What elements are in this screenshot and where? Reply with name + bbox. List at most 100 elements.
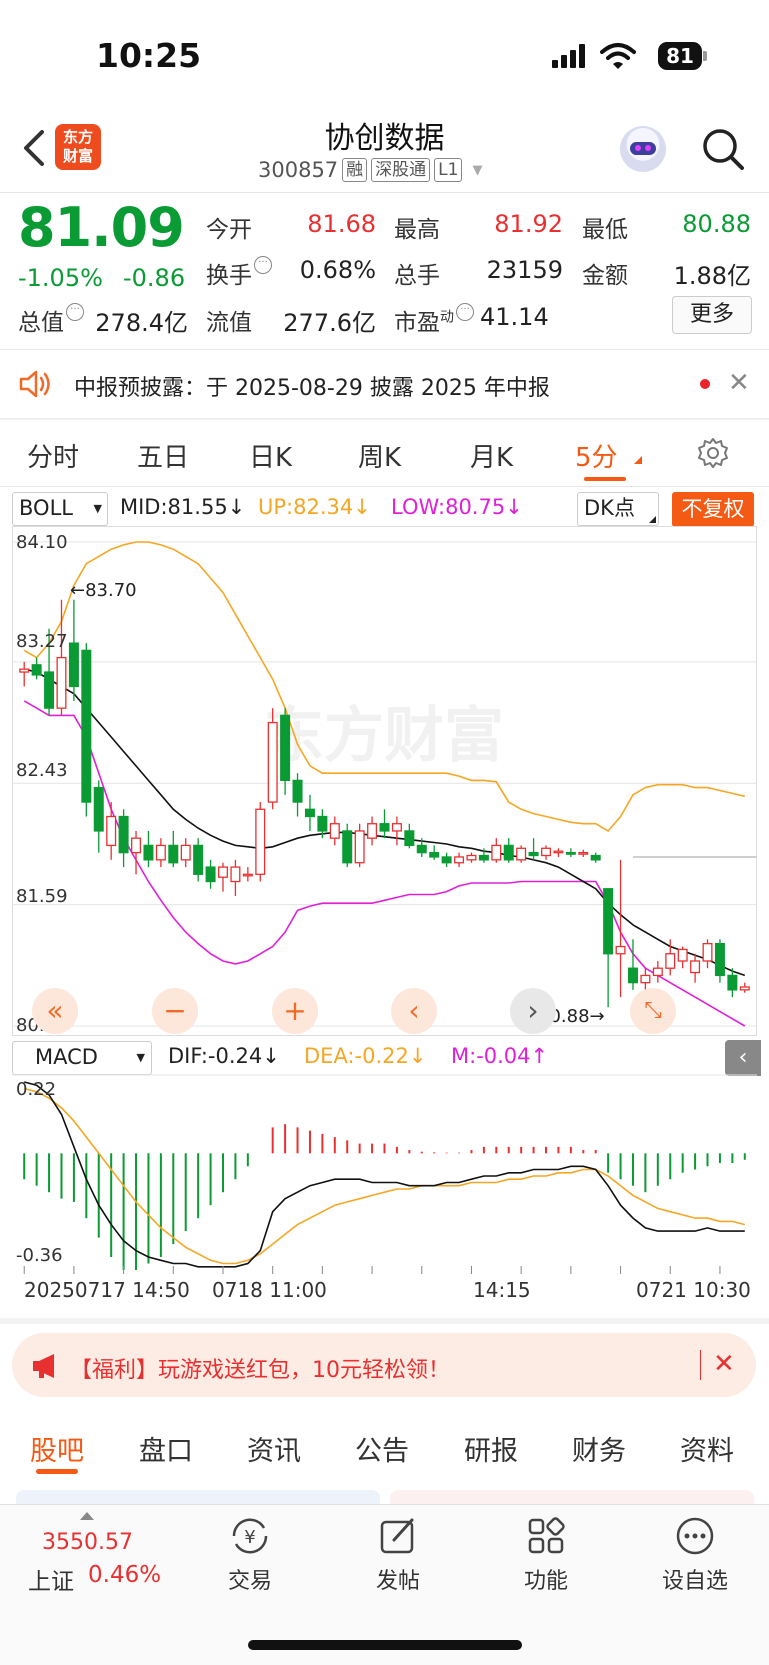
index-expand-icon[interactable]	[80, 1512, 94, 1520]
candle-body	[106, 815, 117, 847]
kline-chart[interactable]: 东方财富	[12, 526, 757, 1036]
fullscreen-button[interactable]: ⤡	[630, 988, 676, 1034]
adjust-toggle-button[interactable]: 不复权	[672, 492, 754, 527]
candle-body	[640, 974, 651, 984]
tab-daily-k[interactable]: 日K	[249, 437, 292, 474]
index-name[interactable]: 上证	[28, 1562, 74, 1596]
tab-weekly-k[interactable]: 周K	[358, 437, 401, 474]
candle-body	[416, 844, 427, 854]
candle-body	[739, 986, 750, 991]
total-cap-label[interactable]: 总值···	[18, 303, 84, 337]
candle-body	[44, 671, 55, 709]
section-tab-orderbook[interactable]: 盘口	[139, 1429, 193, 1468]
open-label: 今开	[206, 217, 252, 243]
trade-icon[interactable]: ¥	[228, 1514, 272, 1558]
candle-body	[354, 830, 365, 864]
main-indicator-select[interactable]: BOLL ▼	[12, 492, 108, 526]
settings-icon[interactable]	[696, 436, 730, 470]
collapse-icon[interactable]: ‹	[725, 1040, 761, 1076]
nav-watchlist[interactable]: 设自选	[655, 1563, 735, 1595]
signal-icon	[552, 44, 588, 68]
nav-post[interactable]: 发帖	[358, 1563, 438, 1595]
y-label-3: 82.43	[16, 760, 68, 781]
time-label-4: 0721 10:30	[636, 1278, 751, 1302]
section-tab-news[interactable]: 资讯	[247, 1429, 301, 1468]
promo-divider	[700, 1350, 701, 1380]
macd-select[interactable]: MACD ▼	[12, 1041, 152, 1075]
macd-m: M:-0.04↑	[451, 1044, 549, 1068]
zoom-in-button[interactable]: +	[272, 988, 318, 1034]
stock-code-line[interactable]: 300857 融 深股通 L1 ▼	[258, 158, 482, 182]
candle-body	[118, 815, 129, 854]
close-icon[interactable]: ✕	[713, 1349, 735, 1379]
notice-text[interactable]: 中报预披露：于 2025-08-29 披露 2025 年中报	[74, 370, 550, 402]
tab-five-day[interactable]: 五日	[137, 437, 189, 474]
more-button[interactable]: 更多	[672, 296, 752, 334]
candle-body	[155, 844, 166, 861]
high-marker-value: 83.70	[85, 580, 137, 601]
amount-label: 金额	[582, 263, 628, 289]
battery-icon: 81	[658, 42, 702, 70]
candle-body	[391, 823, 402, 832]
dk-point-select[interactable]: DK点	[577, 492, 659, 526]
stock-code: 300857	[258, 158, 339, 182]
candle-body	[304, 808, 315, 818]
candle-body	[255, 808, 266, 875]
scroll-right-button[interactable]: ›	[510, 988, 556, 1034]
volume-value: 23159	[486, 256, 563, 284]
candle-body	[441, 856, 452, 864]
nav-trade[interactable]: 交易	[210, 1563, 290, 1595]
candle-body	[280, 714, 291, 782]
candle-body	[180, 844, 191, 861]
tab-intraday[interactable]: 分时	[27, 437, 79, 474]
volume-label: 总手	[394, 263, 440, 289]
macd-dif: DIF:-0.24↓	[168, 1044, 280, 1068]
section-tab-forum[interactable]: 股吧	[30, 1429, 84, 1468]
scroll-left-fast-button[interactable]: «	[32, 988, 78, 1034]
y-label-4: 81.59	[16, 886, 68, 907]
compose-icon[interactable]	[376, 1514, 420, 1558]
section-tab-financials[interactable]: 财务	[572, 1429, 626, 1468]
macd-dif-line	[24, 1081, 745, 1268]
tab-dropdown-icon	[634, 456, 642, 464]
wifi-icon	[600, 43, 636, 69]
section-tab-profile[interactable]: 资料	[680, 1429, 734, 1468]
nav-functions[interactable]: 功能	[506, 1563, 586, 1595]
tab-monthly-k[interactable]: 月K	[470, 437, 513, 474]
candle-body	[516, 847, 527, 861]
candle-body	[131, 837, 142, 854]
search-icon[interactable]	[700, 126, 746, 172]
macd-select-label: MACD	[35, 1045, 98, 1069]
time-label-3: 14:15	[473, 1278, 531, 1302]
scroll-left-button[interactable]: ‹	[391, 988, 437, 1034]
promo-text[interactable]: 【福利】玩游戏送红包，10元轻松领！	[70, 1352, 450, 1384]
candle-body	[615, 945, 626, 955]
candle-body	[677, 948, 688, 962]
caret-down-icon: ▼	[136, 1051, 145, 1064]
pe-label[interactable]: 市盈动 ···	[394, 303, 474, 337]
candle-body	[454, 856, 465, 864]
tab-5min[interactable]: 5分	[575, 437, 618, 474]
index-change[interactable]: 0.46%	[88, 1562, 161, 1588]
corner-icon	[649, 516, 656, 523]
index-value[interactable]: 3550.57	[42, 1530, 133, 1555]
section-tab-announcements[interactable]: 公告	[355, 1429, 409, 1468]
low-value: 80.88	[682, 210, 751, 238]
candle-body	[19, 668, 30, 673]
high-value: 81.92	[494, 210, 563, 238]
content-card-left	[16, 1490, 380, 1504]
home-indicator	[248, 1640, 522, 1650]
candle-body	[665, 953, 676, 969]
close-icon[interactable]: ✕	[728, 368, 750, 398]
candle-body	[404, 830, 415, 847]
macd-chart[interactable]	[12, 1074, 757, 1274]
grid-icon[interactable]	[524, 1514, 568, 1558]
zoom-out-button[interactable]: −	[152, 988, 198, 1034]
candle-body	[503, 844, 514, 861]
more-dots-icon[interactable]	[673, 1514, 717, 1558]
robot-assistant-icon[interactable]	[620, 126, 666, 172]
float-cap-value: 277.6亿	[283, 309, 376, 337]
candle-body	[379, 823, 390, 832]
section-tab-research[interactable]: 研报	[464, 1429, 518, 1468]
turnover-label[interactable]: 换手···	[206, 256, 272, 290]
